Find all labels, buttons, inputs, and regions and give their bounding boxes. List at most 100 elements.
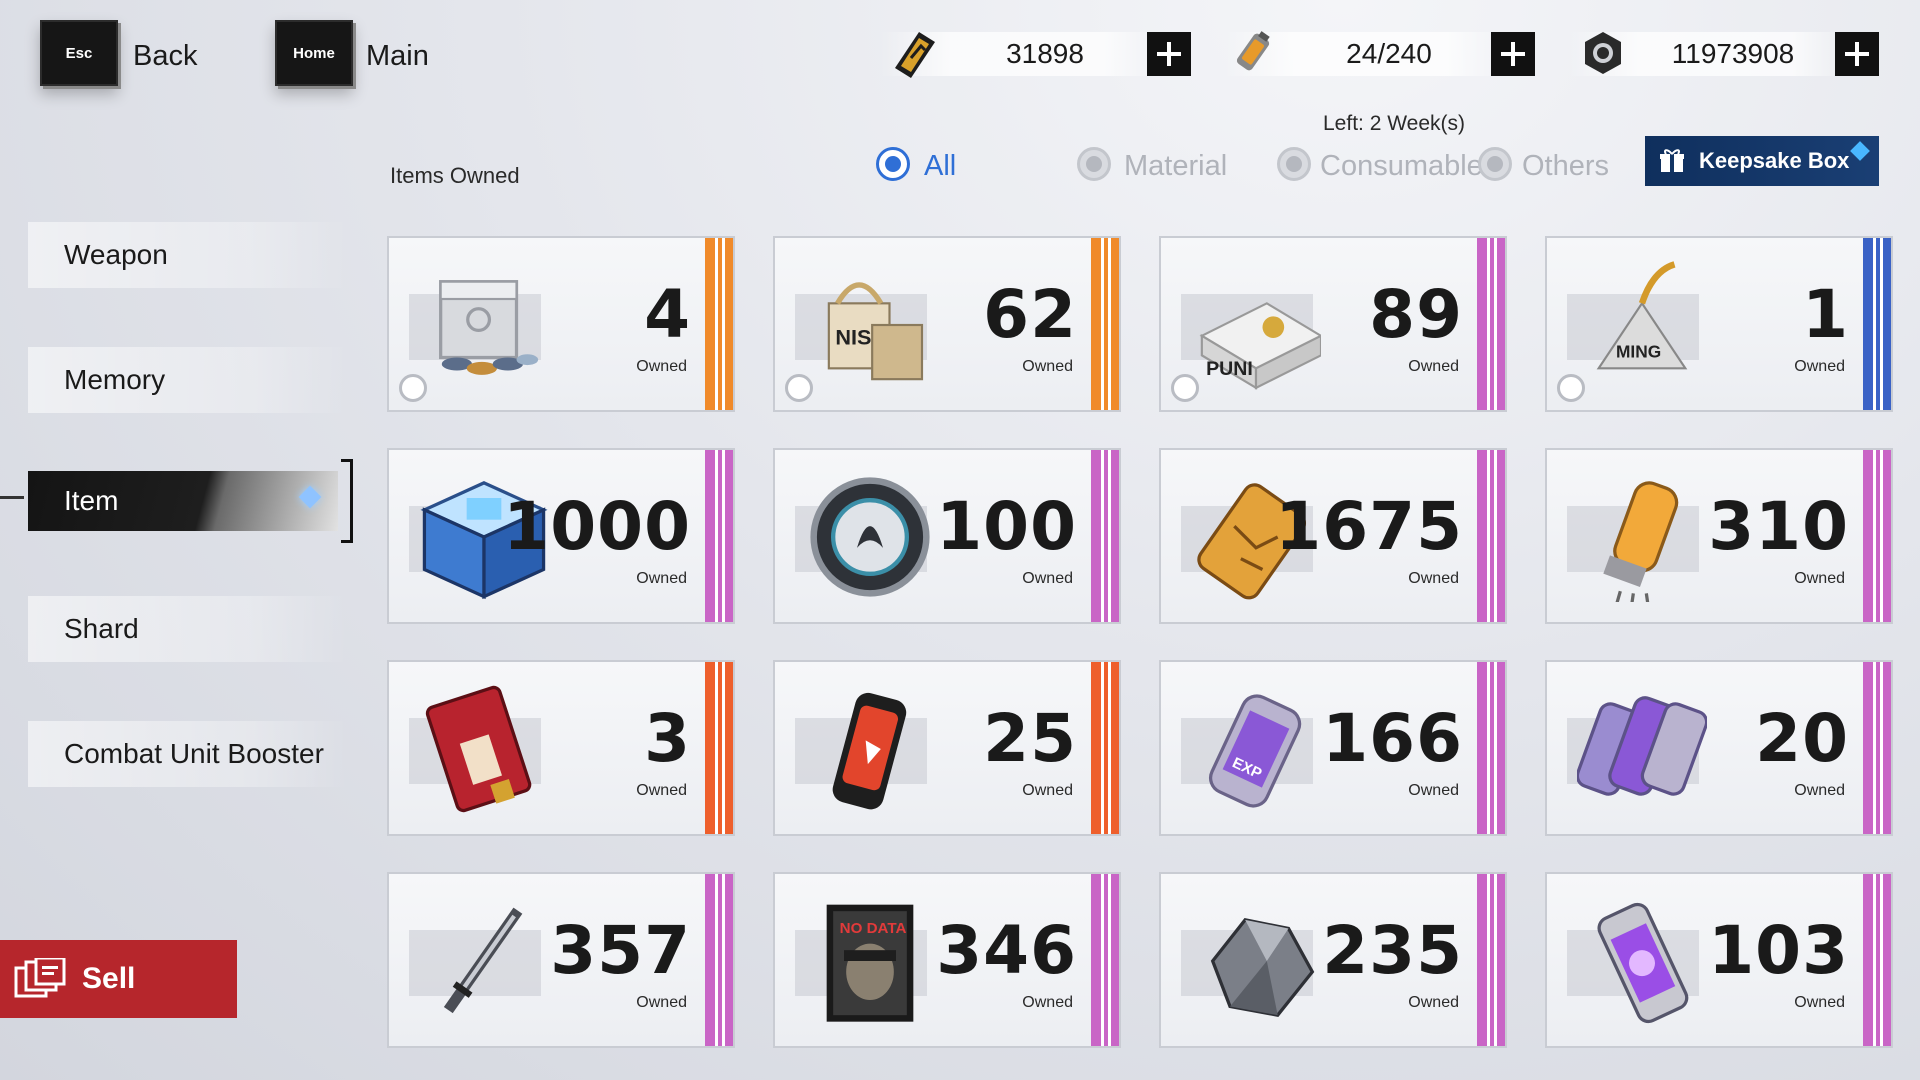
add-currency-2-button[interactable]: [1491, 32, 1535, 76]
item-card[interactable]: 103 Owned: [1545, 872, 1893, 1048]
item-select-radio[interactable]: [1171, 374, 1199, 402]
item-count: 25: [983, 700, 1077, 777]
sidebar-item-combat-unit-booster[interactable]: Combat Unit Booster: [28, 721, 348, 787]
no-data-portrait-icon: NO DATA: [826, 904, 914, 1022]
item-count: 4: [644, 276, 691, 353]
item-card[interactable]: 357 Owned: [387, 872, 735, 1048]
filter-others-label[interactable]: Others: [1522, 150, 1609, 183]
rarity-stripe: [1477, 450, 1505, 622]
filter-all-label[interactable]: All: [924, 150, 956, 183]
filter-all-radio[interactable]: [876, 147, 910, 181]
item-card[interactable]: 20 Owned: [1545, 660, 1893, 836]
home-key-button[interactable]: Home: [275, 20, 353, 86]
rarity-stripe: [705, 662, 733, 834]
owned-label: Owned: [1408, 570, 1459, 587]
rarity-stripe: [1477, 238, 1505, 410]
rarity-stripe: [1477, 662, 1505, 834]
owned-label: Owned: [636, 994, 687, 1011]
item-card[interactable]: 4 Owned: [387, 236, 735, 412]
sidebar-item-label: Shard: [64, 613, 139, 644]
add-currency-3-button[interactable]: [1835, 32, 1879, 76]
sell-button[interactable]: Sell: [0, 940, 237, 1018]
emblem-disc-icon: [810, 477, 930, 597]
item-card[interactable]: 100 Owned: [773, 448, 1121, 624]
wrapped-gift-icon: PUNI: [1199, 302, 1321, 390]
filter-others-radio[interactable]: [1478, 147, 1512, 181]
sidebar-item-item[interactable]: Item: [28, 471, 338, 531]
item-select-radio[interactable]: [1557, 374, 1585, 402]
item-count: 20: [1755, 700, 1849, 777]
owned-label: Owned: [1022, 782, 1073, 799]
owned-label: Owned: [1794, 994, 1845, 1011]
svg-text:NO DATA: NO DATA: [840, 920, 907, 937]
item-card[interactable]: PUNI 89 Owned: [1159, 236, 1507, 412]
add-currency-1-button[interactable]: [1147, 32, 1191, 76]
sell-stack-icon: [14, 958, 66, 998]
rarity-stripe: [1091, 450, 1119, 622]
filter-material-radio[interactable]: [1077, 147, 1111, 181]
time-left-label: Left: 2 Week(s): [1323, 112, 1465, 135]
red-card-icon: [425, 685, 532, 813]
item-card[interactable]: 235 Owned: [1159, 872, 1507, 1048]
rarity-stripe: [705, 238, 733, 410]
filter-consumable-radio[interactable]: [1277, 147, 1311, 181]
currency-value-3: 11973908: [1671, 38, 1795, 69]
owned-label: Owned: [1022, 994, 1073, 1011]
sidebar-item-shard[interactable]: Shard: [28, 596, 348, 662]
item-count: 1: [1802, 276, 1849, 353]
item-card[interactable]: NIS 62 Owned: [773, 236, 1121, 412]
filter-material-label[interactable]: Material: [1124, 150, 1227, 183]
item-count: 89: [1369, 276, 1463, 353]
filter-consumable-label[interactable]: Consumable: [1320, 150, 1483, 183]
gift-bags-icon: NIS: [827, 282, 924, 381]
esc-key-button[interactable]: Esc: [40, 20, 118, 86]
owned-label: Owned: [1408, 358, 1459, 375]
item-count: 166: [1322, 700, 1463, 777]
owned-label: Owned: [636, 782, 687, 799]
item-card[interactable]: 1000 Owned: [387, 448, 735, 624]
diamond-icon: [1850, 141, 1870, 161]
item-count: 1000: [503, 488, 691, 565]
item-select-radio[interactable]: [785, 374, 813, 402]
owned-label: Owned: [1022, 570, 1073, 587]
owned-label: Owned: [1022, 358, 1073, 375]
ticket-icon: [895, 32, 935, 78]
owned-label: Owned: [1408, 994, 1459, 1011]
item-card[interactable]: NO DATA 346 Owned: [773, 872, 1121, 1048]
ribbon-tag-icon: MING: [1596, 261, 1688, 370]
item-count: 235: [1322, 912, 1463, 989]
exp-canister-pack-icon: [1577, 696, 1707, 796]
gift-icon: [1660, 149, 1684, 172]
sidebar-item-memory[interactable]: Memory: [28, 347, 348, 413]
rarity-stripe: [1477, 874, 1505, 1046]
plus-icon: [1157, 42, 1181, 66]
item-count: 357: [550, 912, 691, 989]
owned-label: Owned: [1794, 782, 1845, 799]
item-card[interactable]: MING 1 Owned: [1545, 236, 1893, 412]
item-count: 3: [644, 700, 691, 777]
battery-icon: [1236, 31, 1270, 71]
svg-text:PUNI: PUNI: [1206, 358, 1253, 380]
item-count: 62: [983, 276, 1077, 353]
item-card[interactable]: 25 Owned: [773, 660, 1121, 836]
back-label[interactable]: Back: [133, 40, 197, 73]
selection-bracket: [341, 459, 353, 543]
item-card[interactable]: EXP 166 Owned: [1159, 660, 1507, 836]
keepsake-box-button[interactable]: Keepsake Box: [1645, 136, 1879, 186]
item-card[interactable]: 1675 Owned: [1159, 448, 1507, 624]
exp-canister-icon: EXP: [1208, 694, 1302, 808]
item-select-radio[interactable]: [399, 374, 427, 402]
main-label[interactable]: Main: [366, 40, 429, 73]
sidebar-item-weapon[interactable]: Weapon: [28, 222, 348, 288]
supply-crate-icon: [439, 280, 539, 375]
item-card[interactable]: 3 Owned: [387, 660, 735, 836]
rarity-stripe: [705, 874, 733, 1046]
rarity-stripe: [705, 450, 733, 622]
plus-icon: [1845, 42, 1869, 66]
rarity-stripe: [1091, 874, 1119, 1046]
item-card[interactable]: 310 Owned: [1545, 448, 1893, 624]
svg-text:MING: MING: [1616, 342, 1661, 362]
rarity-stripe: [1091, 662, 1119, 834]
currency-value-2: 24/240: [1346, 38, 1432, 69]
owned-label: Owned: [1408, 782, 1459, 799]
